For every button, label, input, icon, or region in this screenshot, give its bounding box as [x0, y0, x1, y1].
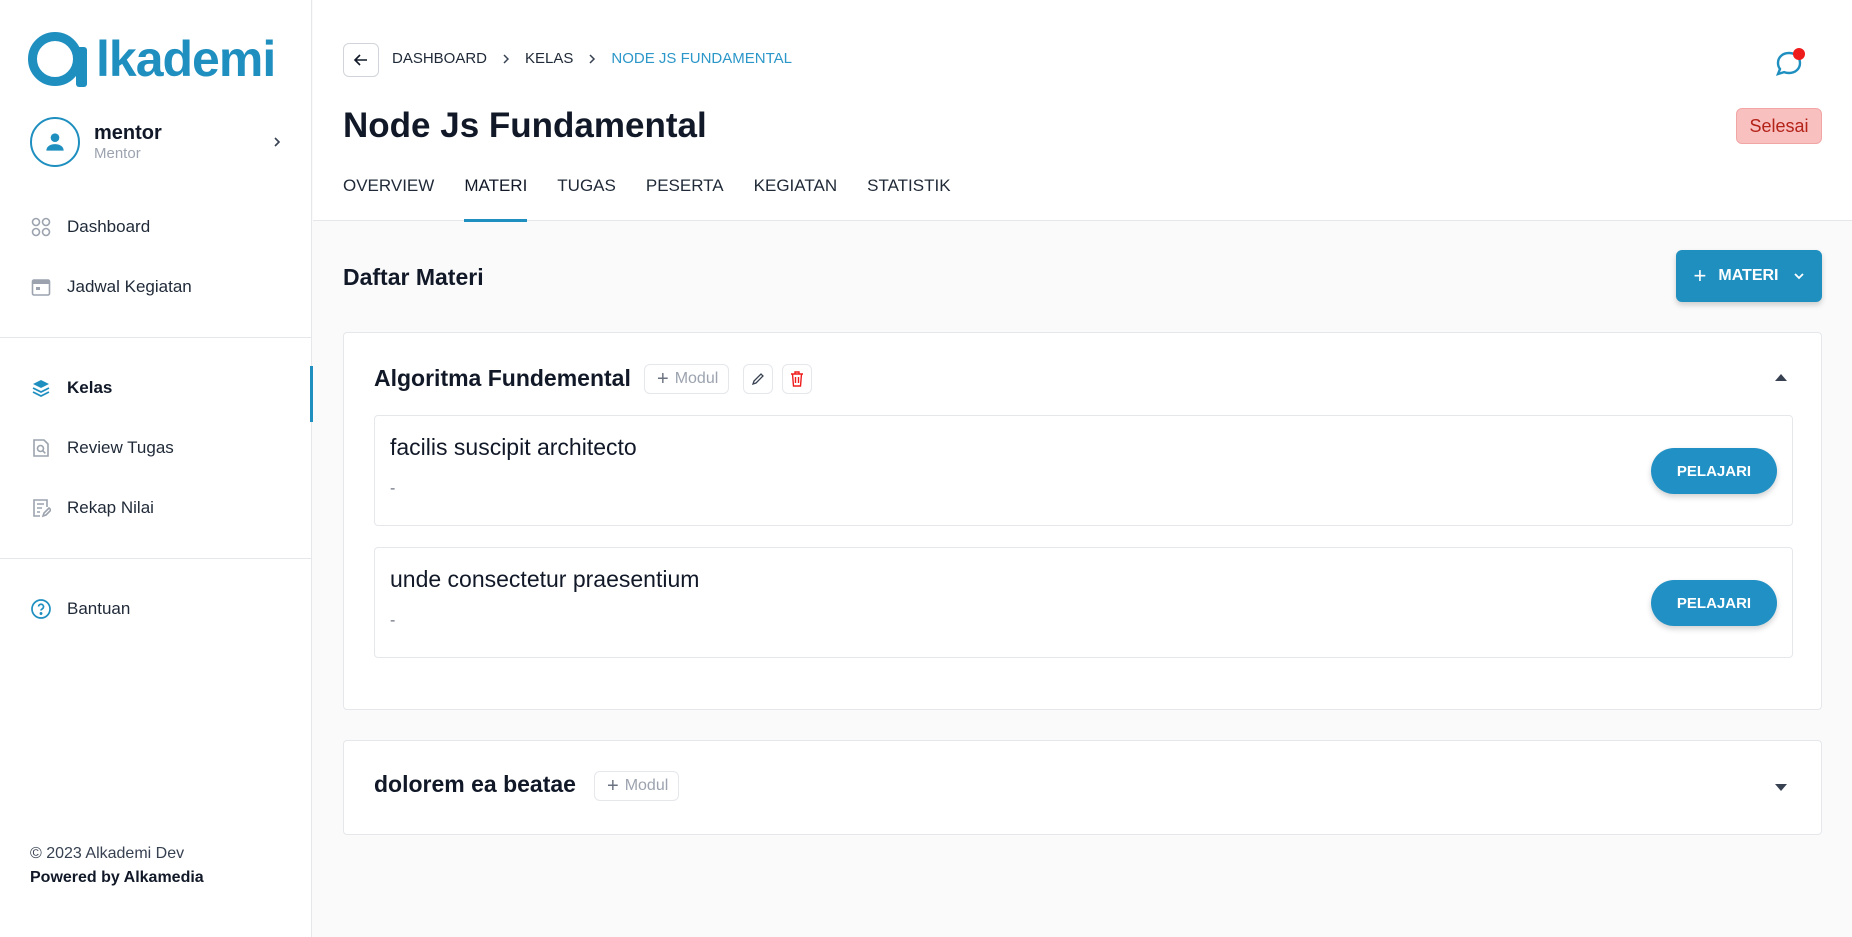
pelajari-button[interactable]: PELAJARI — [1651, 448, 1777, 494]
tab-kegiatan[interactable]: KEGIATAN — [754, 174, 837, 221]
tab-peserta[interactable]: PESERTA — [646, 174, 724, 221]
back-button[interactable] — [343, 43, 379, 77]
sidebar-item-label: Review Tugas — [67, 438, 174, 457]
delete-module-button[interactable] — [782, 364, 812, 394]
layers-icon — [30, 377, 52, 399]
plus-icon: + — [607, 774, 619, 797]
add-modul-label: Modul — [624, 777, 669, 794]
add-materi-label: MATERI — [1718, 267, 1779, 284]
pencil-icon — [751, 373, 764, 386]
tab-tugas[interactable]: TUGAS — [557, 174, 616, 221]
chat-button[interactable] — [1773, 48, 1805, 80]
sidebar-item-label: Rekap Nilai — [67, 498, 154, 517]
plus-icon: + — [657, 367, 669, 390]
page-header: DASHBOARD KELAS NODE JS FUNDAMENTAL Node… — [313, 0, 1852, 222]
chevron-right-icon — [501, 53, 511, 65]
plus-icon: + — [1693, 263, 1707, 288]
logo-mark-icon — [28, 32, 87, 87]
user-avatar-icon — [30, 117, 80, 167]
breadcrumb: DASHBOARD KELAS NODE JS FUNDAMENTAL — [392, 50, 792, 67]
lesson-title: unde consectetur praesentium — [390, 566, 700, 592]
module-card: Algoritma Fundemental + Modul facilis su… — [343, 332, 1822, 710]
sidebar-item-kelas[interactable]: Kelas — [0, 366, 313, 422]
breadcrumb-dashboard[interactable]: DASHBOARD — [392, 50, 487, 67]
sidebar-divider — [0, 337, 312, 338]
sidebar-item-label: Kelas — [67, 378, 113, 397]
grid-icon — [30, 216, 52, 238]
file-search-icon — [30, 437, 52, 459]
sidebar-item-bantuan[interactable]: Bantuan — [0, 589, 312, 629]
logo-text: lkademi — [96, 31, 276, 87]
section-title: Daftar Materi — [343, 264, 484, 290]
sidebar-item-jadwal-kegiatan[interactable]: Jadwal Kegiatan — [0, 267, 312, 307]
add-modul-label: Modul — [674, 370, 719, 387]
tab-statistik[interactable]: STATISTIK — [867, 174, 950, 221]
status-badge: Selesai — [1736, 108, 1822, 144]
caret-down-icon[interactable] — [1774, 783, 1788, 793]
sidebar-item-label: Jadwal Kegiatan — [67, 277, 192, 296]
module-title: Algoritma Fundemental — [374, 365, 631, 391]
sidebar-item-label: Dashboard — [67, 217, 151, 236]
edit-list-icon — [30, 497, 52, 519]
sidebar-item-review-tugas[interactable]: Review Tugas — [0, 428, 312, 468]
sidebar-item-dashboard[interactable]: Dashboard — [0, 207, 312, 247]
tab-bar: OVERVIEW MATERI TUGAS PESERTA KEGIATAN S… — [343, 174, 981, 222]
add-modul-button[interactable]: + Modul — [644, 364, 730, 394]
calendar-icon — [30, 276, 52, 298]
chevron-right-icon — [274, 137, 281, 147]
tab-overview[interactable]: OVERVIEW — [343, 174, 434, 221]
chevron-down-icon — [1793, 271, 1805, 281]
sidebar-divider — [0, 558, 312, 559]
trash-icon — [791, 371, 803, 387]
notification-dot — [1793, 48, 1805, 60]
alkademi-logo[interactable]: lkademi — [28, 30, 276, 88]
profile-card[interactable]: mentor Mentor — [30, 117, 284, 167]
lesson-item: unde consectetur praesentium - PELAJARI — [374, 547, 1793, 658]
tab-materi[interactable]: MATERI — [464, 174, 527, 222]
lesson-description: - — [390, 480, 396, 497]
caret-up-icon[interactable] — [1774, 372, 1788, 382]
add-modul-button[interactable]: + Modul — [594, 771, 680, 801]
powered-by-text: Powered by Alkamedia — [30, 869, 204, 886]
copyright-text: © 2023 Alkademi Dev — [30, 845, 185, 862]
add-materi-button[interactable]: + MATERI — [1676, 250, 1822, 302]
module-title: dolorem ea beatae — [374, 771, 576, 797]
breadcrumb-current: NODE JS FUNDAMENTAL — [611, 50, 792, 67]
page-title: Node Js Fundamental — [343, 106, 707, 145]
pelajari-button[interactable]: PELAJARI — [1651, 580, 1777, 626]
arrow-left-icon — [353, 54, 367, 66]
breadcrumb-kelas[interactable]: KELAS — [525, 50, 573, 67]
sidebar-item-label: Bantuan — [67, 599, 131, 618]
lesson-item: facilis suscipit architecto - PELAJARI — [374, 415, 1793, 526]
profile-name: mentor — [94, 122, 162, 144]
lesson-title: facilis suscipit architecto — [390, 434, 637, 460]
module-card: dolorem ea beatae + Modul — [343, 740, 1822, 835]
chevron-right-icon — [587, 53, 597, 65]
profile-role: Mentor — [94, 145, 141, 162]
help-circle-icon — [30, 598, 52, 620]
sidebar-item-rekap-nilai[interactable]: Rekap Nilai — [0, 488, 312, 528]
lesson-description: - — [390, 612, 396, 629]
sidebar: lkademi mentor Mentor Dashboard Jadwal K… — [0, 0, 313, 937]
edit-module-button[interactable] — [743, 364, 773, 394]
